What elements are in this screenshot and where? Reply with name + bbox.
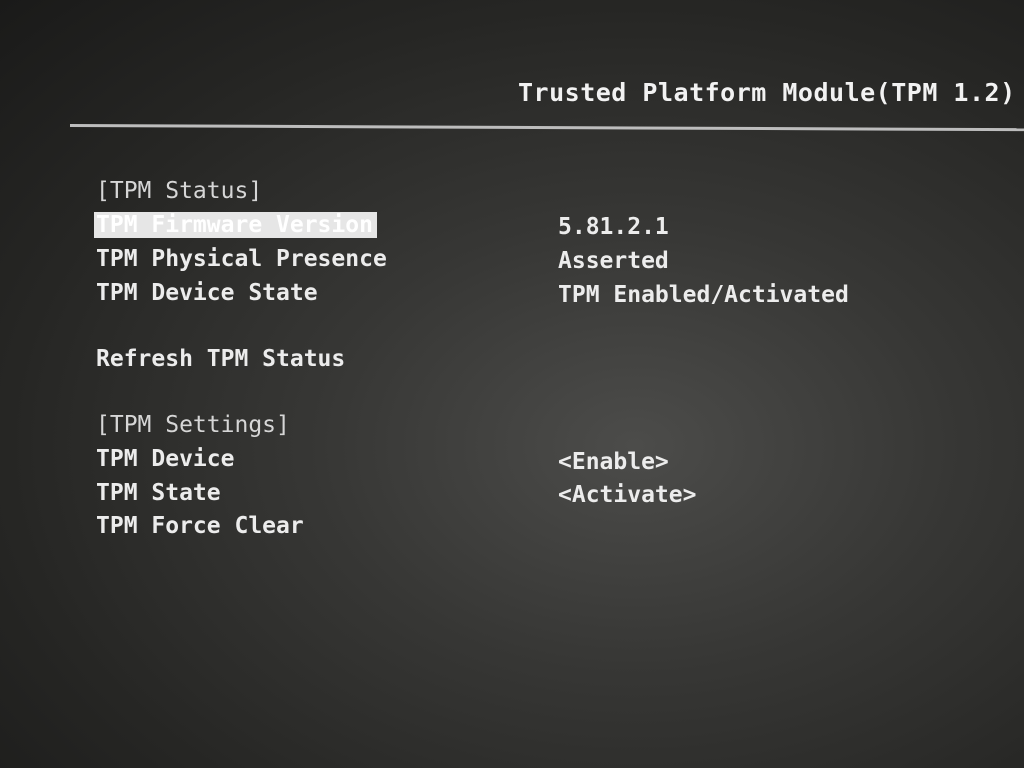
header-divider	[69, 124, 1024, 132]
menu-item-physical-presence[interactable]: TPM Physical Presence	[96, 246, 387, 272]
section-tpm-status: [TPM Status]	[96, 178, 263, 204]
physical-presence-value: Asserted	[558, 248, 669, 274]
menu-item-tpm-force-clear[interactable]: TPM Force Clear	[96, 513, 304, 539]
device-state-value: TPM Enabled/Activated	[558, 282, 849, 308]
menu-item-tpm-state[interactable]: TPM State	[96, 480, 221, 506]
section-tpm-settings: [TPM Settings]	[96, 412, 290, 438]
bios-screen: Trusted Platform Module(TPM 1.2) [TPM St…	[0, 0, 1024, 768]
menu-item-firmware-version[interactable]: TPM Firmware Version	[94, 212, 377, 238]
menu-item-device-state[interactable]: TPM Device State	[96, 280, 318, 306]
page-title: Trusted Platform Module(TPM 1.2)	[518, 78, 1016, 107]
firmware-version-value: 5.81.2.1	[558, 214, 669, 240]
menu-item-label: TPM Firmware Version	[94, 212, 377, 238]
refresh-tpm-status-button[interactable]: Refresh TPM Status	[96, 346, 345, 372]
menu-item-tpm-device[interactable]: TPM Device	[96, 446, 234, 472]
tpm-device-select[interactable]: <Enable>	[558, 449, 669, 475]
tpm-state-select[interactable]: <Activate>	[558, 482, 696, 508]
